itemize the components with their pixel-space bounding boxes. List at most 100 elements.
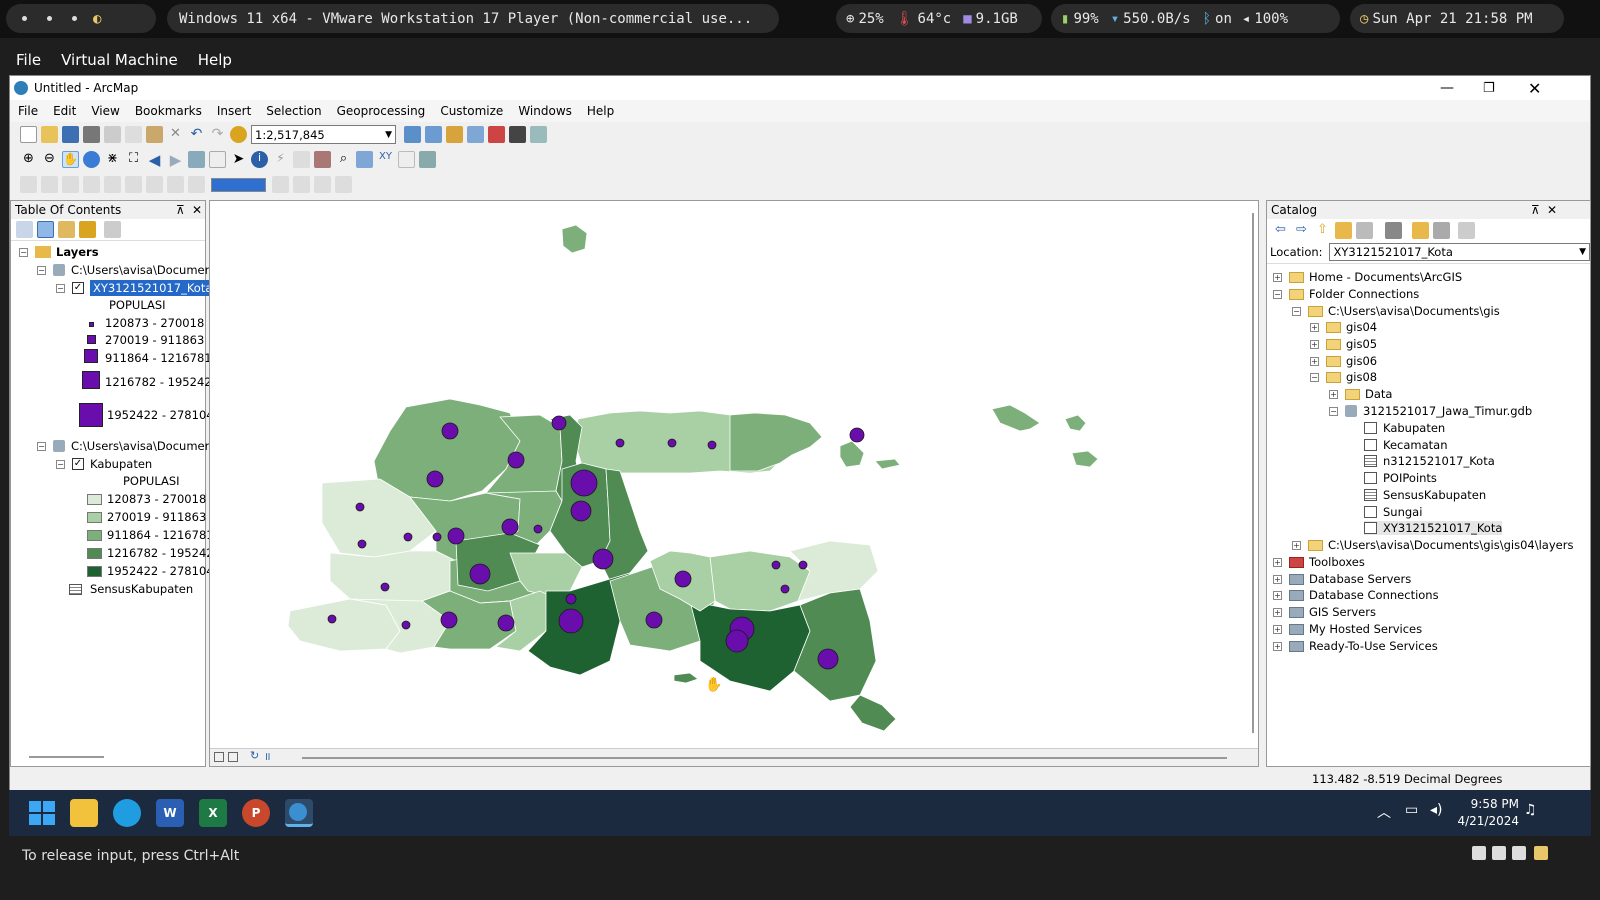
menu-geoprocessing[interactable]: Geoprocessing	[337, 104, 426, 118]
catalog-fc-xy-kota[interactable]: XY3121521017_Kota	[1364, 521, 1503, 535]
powerpoint-icon[interactable]: P	[242, 799, 270, 827]
pause-drawing-icon[interactable]: ॥	[264, 749, 271, 764]
up-one-level-icon[interactable]: ⇧	[1314, 222, 1331, 239]
cut-icon[interactable]	[104, 126, 121, 143]
catalog-db-servers[interactable]: + Database Servers	[1273, 572, 1411, 586]
toc-layer1-label[interactable]: XY3121521017_Kota	[90, 280, 216, 296]
catalog-fc-poipoints[interactable]: POIPoints	[1364, 471, 1437, 485]
views-icon[interactable]	[1385, 221, 1402, 239]
model-builder-icon[interactable]	[530, 126, 547, 143]
measure-icon[interactable]	[314, 151, 331, 168]
select-elements-icon[interactable]: ➤	[230, 151, 247, 168]
vm-menu-file[interactable]: File	[16, 51, 41, 69]
catalog-fc-kabupaten[interactable]: Kabupaten	[1364, 421, 1445, 435]
toc-layer2-label[interactable]: Kabupaten	[90, 457, 152, 471]
vm-device-icon[interactable]	[1472, 846, 1486, 860]
menu-windows[interactable]: Windows	[518, 104, 572, 118]
catalog-gis-servers[interactable]: + GIS Servers	[1273, 605, 1376, 619]
toc-options-icon[interactable]	[104, 221, 121, 238]
menu-view[interactable]: View	[91, 104, 119, 118]
close-icon[interactable]: ✕	[1528, 79, 1541, 98]
catalog-gdb[interactable]: −3121521017_Jawa_Timur.gdb	[1329, 404, 1532, 418]
catalog-gis05[interactable]: + gis05	[1310, 337, 1377, 351]
zoom-in-icon[interactable]: ⊕	[20, 151, 37, 168]
vm-menu-help[interactable]: Help	[198, 51, 232, 69]
toggle-contents-icon[interactable]	[1433, 221, 1450, 239]
catalog-data-folder[interactable]: + Data	[1329, 387, 1392, 401]
catalog-toolboxes[interactable]: + Toolboxes	[1273, 555, 1365, 569]
catalog-gis08[interactable]: − gis08	[1310, 370, 1377, 384]
menu-help[interactable]: Help	[587, 104, 614, 118]
select-features-icon[interactable]	[188, 151, 205, 168]
copy-icon[interactable]	[125, 126, 142, 143]
catalog-db-connections[interactable]: + Database Connections	[1273, 588, 1439, 602]
list-by-visibility-icon[interactable]	[58, 221, 75, 238]
toc-layer2-node[interactable]: − ✓ Kabupaten	[56, 457, 152, 471]
data-view-icon[interactable]	[214, 752, 224, 762]
toc-group2-node[interactable]: − C:\Users\avisa\Documen	[37, 439, 212, 453]
layout-view-icon[interactable]	[228, 752, 238, 762]
create-viewer-icon[interactable]	[419, 151, 436, 168]
time-slider-icon[interactable]	[398, 151, 415, 168]
toc-scrollbar[interactable]	[29, 756, 104, 758]
catalog-gis04[interactable]: + gis04	[1310, 320, 1377, 334]
toc-layer1-node[interactable]: − ✓ XY3121521017_Kota	[56, 280, 216, 296]
toc-window-icon[interactable]	[425, 126, 442, 143]
catalog-layers-folder[interactable]: + C:\Users\avisa\Documents\gis\gis04\laye…	[1292, 538, 1573, 552]
pin-icon[interactable]: ⊼	[176, 203, 185, 217]
vm-menu-virtual-machine[interactable]: Virtual Machine	[61, 51, 178, 69]
fixed-zoom-out-icon[interactable]: ⛶	[125, 151, 142, 168]
catalog-pin-icon[interactable]: ⊼	[1531, 203, 1540, 217]
catalog-home[interactable]: + Home - Documents\ArcGIS	[1273, 270, 1462, 284]
edge-icon[interactable]	[113, 799, 141, 827]
catalog-ready-services[interactable]: + Ready-To-Use Services	[1273, 639, 1438, 653]
tray-chevron-icon[interactable]: ︿	[1377, 802, 1391, 822]
restore-icon[interactable]: ❐	[1483, 81, 1495, 96]
vm-message-icon[interactable]	[1534, 846, 1548, 860]
toc-table-node[interactable]: SensusKabupaten	[69, 582, 193, 596]
identify-icon[interactable]: i	[251, 151, 268, 168]
catalog-gis-folder[interactable]: − C:\Users\avisa\Documents\gis	[1292, 304, 1500, 318]
menu-file[interactable]: File	[18, 104, 38, 118]
arctoolbox-icon[interactable]	[488, 126, 505, 143]
volume-tray-icon[interactable]: ◂)	[1430, 802, 1443, 818]
toc-close-icon[interactable]: ✕	[192, 203, 202, 217]
list-by-drawing-order-icon[interactable]	[16, 221, 33, 238]
catalog-options-icon[interactable]	[1458, 221, 1475, 239]
undo-icon[interactable]: ↶	[188, 126, 205, 143]
toc-layers-node[interactable]: − Layers	[19, 245, 99, 259]
catalog-folder-connections[interactable]: − Folder Connections	[1273, 287, 1419, 301]
arcmap-taskbar-icon[interactable]	[285, 799, 313, 827]
full-extent-icon[interactable]	[83, 151, 100, 168]
start-icon[interactable]	[27, 799, 55, 827]
map-display[interactable]: ✋ ↻ ॥	[209, 200, 1259, 767]
network-tray-icon[interactable]: ▭	[1405, 802, 1418, 818]
map-scale-dropdown[interactable]: 1:2,517,845 ▼	[251, 125, 396, 144]
search-window-icon[interactable]	[467, 126, 484, 143]
file-explorer-icon[interactable]	[70, 799, 98, 827]
hyperlink-icon[interactable]: ⚡	[272, 151, 289, 168]
list-by-source-icon[interactable]	[37, 221, 54, 238]
catalog-gis06[interactable]: + gis06	[1310, 354, 1377, 368]
excel-icon[interactable]: X	[199, 799, 227, 827]
catalog-table-sensus[interactable]: SensusKabupaten	[1364, 488, 1486, 502]
back-icon[interactable]: ⇦	[1272, 222, 1289, 239]
go-back-icon[interactable]: ◀	[146, 151, 163, 169]
layer2-checkbox[interactable]: ✓	[72, 458, 84, 470]
delete-icon[interactable]: ✕	[167, 126, 184, 143]
python-icon[interactable]	[509, 126, 526, 143]
vm-usb-icon[interactable]	[1512, 846, 1526, 860]
html-popup-icon[interactable]	[293, 151, 310, 168]
go-to-xy-icon[interactable]: XY	[377, 151, 394, 168]
toc-group1-node[interactable]: − C:\Users\avisa\Documen	[37, 263, 212, 277]
map-vertical-scrollbar[interactable]	[1252, 213, 1254, 733]
new-icon[interactable]	[20, 126, 37, 143]
layer1-checkbox[interactable]: ✓	[72, 282, 84, 294]
find-icon[interactable]: ⌕	[335, 151, 352, 168]
catalog-hosted-services[interactable]: + My Hosted Services	[1273, 622, 1422, 636]
print-icon[interactable]	[83, 126, 100, 143]
zoom-out-icon[interactable]: ⊖	[41, 151, 58, 168]
catalog-fc-sungai[interactable]: Sungai	[1364, 505, 1422, 519]
menu-customize[interactable]: Customize	[440, 104, 503, 118]
catalog-table-kota[interactable]: n3121521017_Kota	[1364, 454, 1495, 468]
